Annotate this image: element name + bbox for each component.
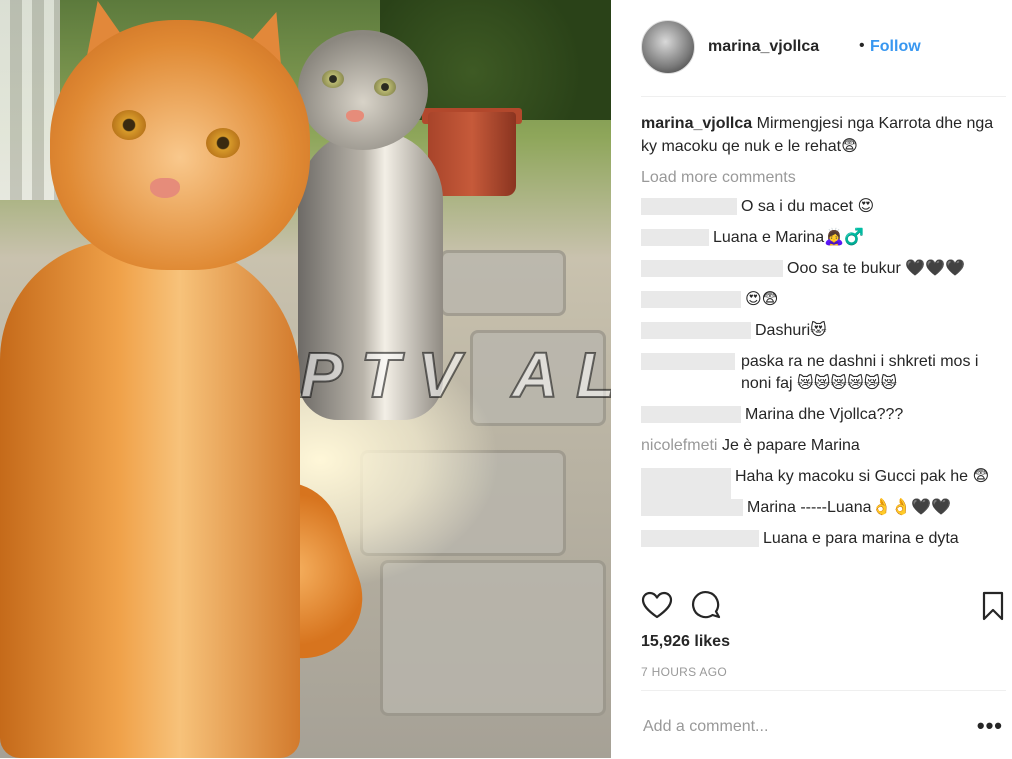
comment-username[interactable]: nicolefmeti [641, 437, 717, 454]
post-username[interactable]: marina_vjollca [708, 38, 819, 56]
comments-list[interactable]: marina_vjollca Mirmengjesi nga Karrota d… [641, 112, 1006, 582]
comment-item: Ooo sa te bukur 🖤🖤🖤 [641, 258, 1006, 280]
comment-item: 😍😨 [641, 289, 1006, 311]
redacted-username [641, 322, 751, 340]
comment-item: Luana e Marina🙇‍♀️♂️ [641, 227, 1006, 249]
redacted-username [641, 499, 743, 517]
comment-text: Marina -----Luana👌👌🖤🖤 [747, 499, 952, 516]
bookmark-icon[interactable] [977, 590, 1009, 622]
redacted-username [641, 406, 741, 424]
redacted-username [641, 353, 735, 370]
post-side-panel: marina_vjollca • Follow marina_vjollca M… [611, 0, 1012, 758]
comment-text: paska ra ne dashni i shkreti mos i noni … [741, 353, 979, 392]
redacted-username [641, 291, 741, 309]
paving-stone [380, 560, 606, 716]
comment-text: Luana e Marina🙇‍♀️♂️ [713, 229, 865, 246]
redacted-username [641, 198, 737, 216]
add-comment-input[interactable] [641, 714, 965, 740]
comment-text: Marina dhe Vjollca??? [745, 406, 904, 423]
caption: marina_vjollca Mirmengjesi nga Karrota d… [641, 112, 1006, 158]
comment-text: Haha ky macoku si Gucci pak he 😨 [735, 468, 990, 485]
post-actions [641, 590, 1006, 624]
speech-bubble-icon[interactable] [691, 590, 723, 622]
comment-item: nicolefmeti Je è papare Marina [641, 435, 1006, 457]
comment-item: Luana e para marina e dyta [641, 528, 1006, 550]
comment-text: Dashuri😻 [755, 322, 827, 339]
caption-username[interactable]: marina_vjollca [641, 115, 752, 132]
comment-item: paska ra ne dashni i shkreti mos i noni … [641, 351, 1006, 395]
avatar[interactable] [641, 20, 695, 74]
load-more-comments-link[interactable]: Load more comments [641, 169, 1006, 187]
comment-item: O sa i du macet 😍 [641, 196, 1006, 218]
follow-button[interactable]: Follow [870, 38, 921, 56]
comment-item: Marina dhe Vjollca??? [641, 404, 1006, 426]
redacted-username [641, 260, 783, 278]
comment-item: Marina -----Luana👌👌🖤🖤 [641, 497, 1006, 519]
comment-text: O sa i du macet 😍 [741, 198, 875, 215]
redacted-username [641, 229, 709, 247]
comment-text: Ooo sa te bukur 🖤🖤🖤 [787, 260, 966, 277]
paving-stone [440, 250, 566, 316]
separator-dot: • [859, 37, 865, 54]
redacted-username [641, 530, 759, 548]
comment-text: 😍😨 [745, 291, 779, 308]
comment-text: Je è papare Marina [721, 437, 860, 454]
post-photo[interactable]: PTV ALDI [0, 0, 611, 758]
watermark: PTV ALDI [299, 338, 611, 412]
comment-item: Dashuri😻 [641, 320, 1006, 342]
post-timestamp[interactable]: 7 HOURS AGO [641, 665, 727, 679]
post-header: marina_vjollca • Follow [641, 20, 1006, 97]
comment-item: Haha ky macoku si Gucci pak he 😨 [641, 466, 1006, 504]
add-comment-bar: ••• [641, 690, 1006, 759]
heart-icon[interactable] [641, 590, 673, 622]
more-options-icon[interactable]: ••• [977, 713, 1003, 739]
likes-count[interactable]: 15,926 likes [641, 633, 730, 651]
comment-text: Luana e para marina e dyta [763, 530, 959, 547]
